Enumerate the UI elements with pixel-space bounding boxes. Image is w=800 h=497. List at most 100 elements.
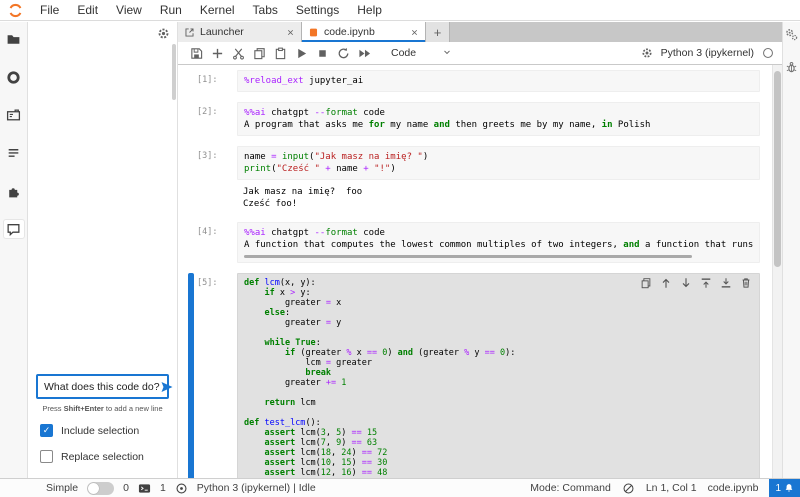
cell-prompt: [3]: xyxy=(197,151,218,161)
menu-bar: File Edit View Run Kernel Tabs Settings Help xyxy=(0,0,800,21)
kernel-idle-icon[interactable] xyxy=(762,47,774,59)
notification-count: 1 xyxy=(775,482,781,494)
simple-mode-label: Simple xyxy=(46,482,79,494)
notification-badge[interactable]: 1 xyxy=(769,479,800,497)
notebook-scrollbar-thumb[interactable] xyxy=(774,71,781,267)
cursor-position: Ln 1, Col 1 xyxy=(645,482,697,494)
launcher-icon xyxy=(184,27,195,38)
chat-icon[interactable] xyxy=(2,219,25,239)
restart-icon[interactable] xyxy=(333,44,354,63)
insert-above-icon[interactable] xyxy=(700,277,712,289)
chat-controls: What does this code do? Press Shift+Ente… xyxy=(28,374,177,476)
mode-slash-icon xyxy=(622,482,635,495)
kernel-session-count: 1 xyxy=(159,482,166,494)
chat-settings-gear-icon[interactable] xyxy=(157,27,170,40)
tab-launcher[interactable]: Launcher xyxy=(178,22,302,42)
cell-prompt: [5]: xyxy=(197,278,218,288)
notebook-area: [1]: %reload_ext jupyter_ai [2]: %%ai chatg… xyxy=(178,65,782,478)
paste-icon[interactable] xyxy=(270,44,291,63)
notebook-icon xyxy=(308,27,319,38)
code-editor[interactable]: %%ai chatgpt --format code A program that… xyxy=(237,102,760,136)
chat-panel: What does this code do? Press Shift+Ente… xyxy=(28,22,178,478)
toc-icon[interactable] xyxy=(4,144,24,162)
code-editor[interactable]: name = input("Jak masz na imię? ") print(… xyxy=(237,146,760,180)
tab-label: Launcher xyxy=(200,26,244,38)
main-dock: Launcher code.ipynb + Code Python 3 (ipyk… xyxy=(178,22,782,478)
notebook-settings-gear-icon[interactable] xyxy=(641,47,653,59)
cell-collapser[interactable] xyxy=(188,273,194,478)
cell-output: Jak masz na imię? foo Cześć foo! xyxy=(188,184,760,212)
move-up-icon[interactable] xyxy=(660,277,672,289)
menu-item-kernel[interactable]: Kernel xyxy=(191,3,244,17)
menu-item-help[interactable]: Help xyxy=(348,3,391,17)
notebook-scrollbar[interactable] xyxy=(772,65,782,478)
code-cell: [5]: def lcm(x, y): if x > y: greater = x… xyxy=(188,273,760,478)
cell-collapser[interactable] xyxy=(188,146,194,180)
output-collapser[interactable] xyxy=(188,184,194,212)
insert-below-icon[interactable] xyxy=(720,277,732,289)
send-icon[interactable] xyxy=(160,380,174,394)
close-icon[interactable] xyxy=(286,28,295,37)
code-cell: [3]: name = input("Jak masz na imię? ") pr… xyxy=(188,146,760,180)
menu-item-edit[interactable]: Edit xyxy=(68,3,107,17)
code-editor[interactable]: %reload_ext jupyter_ai xyxy=(237,70,760,92)
menu-item-tabs[interactable]: Tabs xyxy=(244,3,287,17)
kernel-name[interactable]: Python 3 (ipykernel) xyxy=(661,47,754,59)
move-down-icon[interactable] xyxy=(680,277,692,289)
tab-label: code.ipynb xyxy=(324,26,375,38)
menu-item-settings[interactable]: Settings xyxy=(287,3,348,17)
kernel-status-icon[interactable] xyxy=(175,482,188,495)
kernel-status-text[interactable]: Python 3 (ipykernel) | Idle xyxy=(197,482,316,494)
chat-panel-scrollbar[interactable] xyxy=(172,44,176,100)
property-inspector-icon[interactable] xyxy=(785,28,798,41)
cell-collapser[interactable] xyxy=(188,222,194,263)
chat-input[interactable]: What does this code do? xyxy=(36,374,173,399)
delete-icon[interactable] xyxy=(740,277,752,289)
output-text: Jak masz na imię? foo Cześć foo! xyxy=(243,187,363,209)
notebook-toolbar: Code Python 3 (ipykernel) xyxy=(178,42,782,65)
tab-code-ipynb[interactable]: code.ipynb xyxy=(302,22,426,42)
left-activity-bar xyxy=(0,22,28,478)
cut-icon[interactable] xyxy=(228,44,249,63)
terminal-icon[interactable] xyxy=(138,482,151,495)
menu-item-file[interactable]: File xyxy=(31,3,68,17)
save-icon[interactable] xyxy=(186,44,207,63)
close-icon[interactable] xyxy=(410,28,419,37)
menu-item-run[interactable]: Run xyxy=(151,3,191,17)
horizontal-scrollbar[interactable] xyxy=(244,255,692,258)
cell-type-dropdown[interactable]: Code xyxy=(391,47,452,60)
cell-collapser[interactable] xyxy=(188,70,194,92)
cell-collapser[interactable] xyxy=(188,102,194,136)
chat-option-row: Replace selection xyxy=(40,450,169,463)
notebook-scroll-area: [1]: %reload_ext jupyter_ai [2]: %%ai chatg… xyxy=(178,65,772,478)
inspector-icon[interactable] xyxy=(4,106,24,124)
jupyter-logo-icon xyxy=(8,3,23,18)
extension-icon[interactable] xyxy=(4,182,24,200)
debugger-icon[interactable] xyxy=(785,61,798,74)
bell-icon xyxy=(784,483,794,493)
cell-prompt: [4]: xyxy=(197,227,218,237)
fast-forward-icon[interactable] xyxy=(354,44,375,63)
mode-indicator: Mode: Command xyxy=(530,482,611,494)
copy-icon[interactable] xyxy=(249,44,270,63)
checked-checkbox[interactable]: ✓ xyxy=(40,424,53,437)
menu-item-view[interactable]: View xyxy=(107,3,151,17)
unchecked-checkbox[interactable] xyxy=(40,450,53,463)
simple-mode-toggle[interactable] xyxy=(87,481,115,495)
add-icon[interactable] xyxy=(207,44,228,63)
run-icon[interactable] xyxy=(291,44,312,63)
running-icon[interactable] xyxy=(4,68,24,86)
folder-icon[interactable] xyxy=(4,30,24,48)
code-editor[interactable]: def lcm(x, y): if x > y: greater = x els… xyxy=(237,273,760,478)
code-editor[interactable]: %%ai chatgpt --format code A function tha… xyxy=(237,222,760,263)
chevron-down-icon xyxy=(442,47,452,60)
app-body: What does this code do? Press Shift+Ente… xyxy=(0,22,800,478)
chat-input-value: What does this code do? xyxy=(44,380,160,393)
stop-icon[interactable] xyxy=(312,44,333,63)
tab-bar: Launcher code.ipynb + xyxy=(178,22,782,42)
duplicate-icon[interactable] xyxy=(640,277,652,289)
chat-option-row: ✓ Include selection xyxy=(40,424,169,437)
output-prompt xyxy=(197,184,237,212)
chat-option-label: Include selection xyxy=(61,424,140,437)
new-tab-button[interactable]: + xyxy=(426,22,450,42)
